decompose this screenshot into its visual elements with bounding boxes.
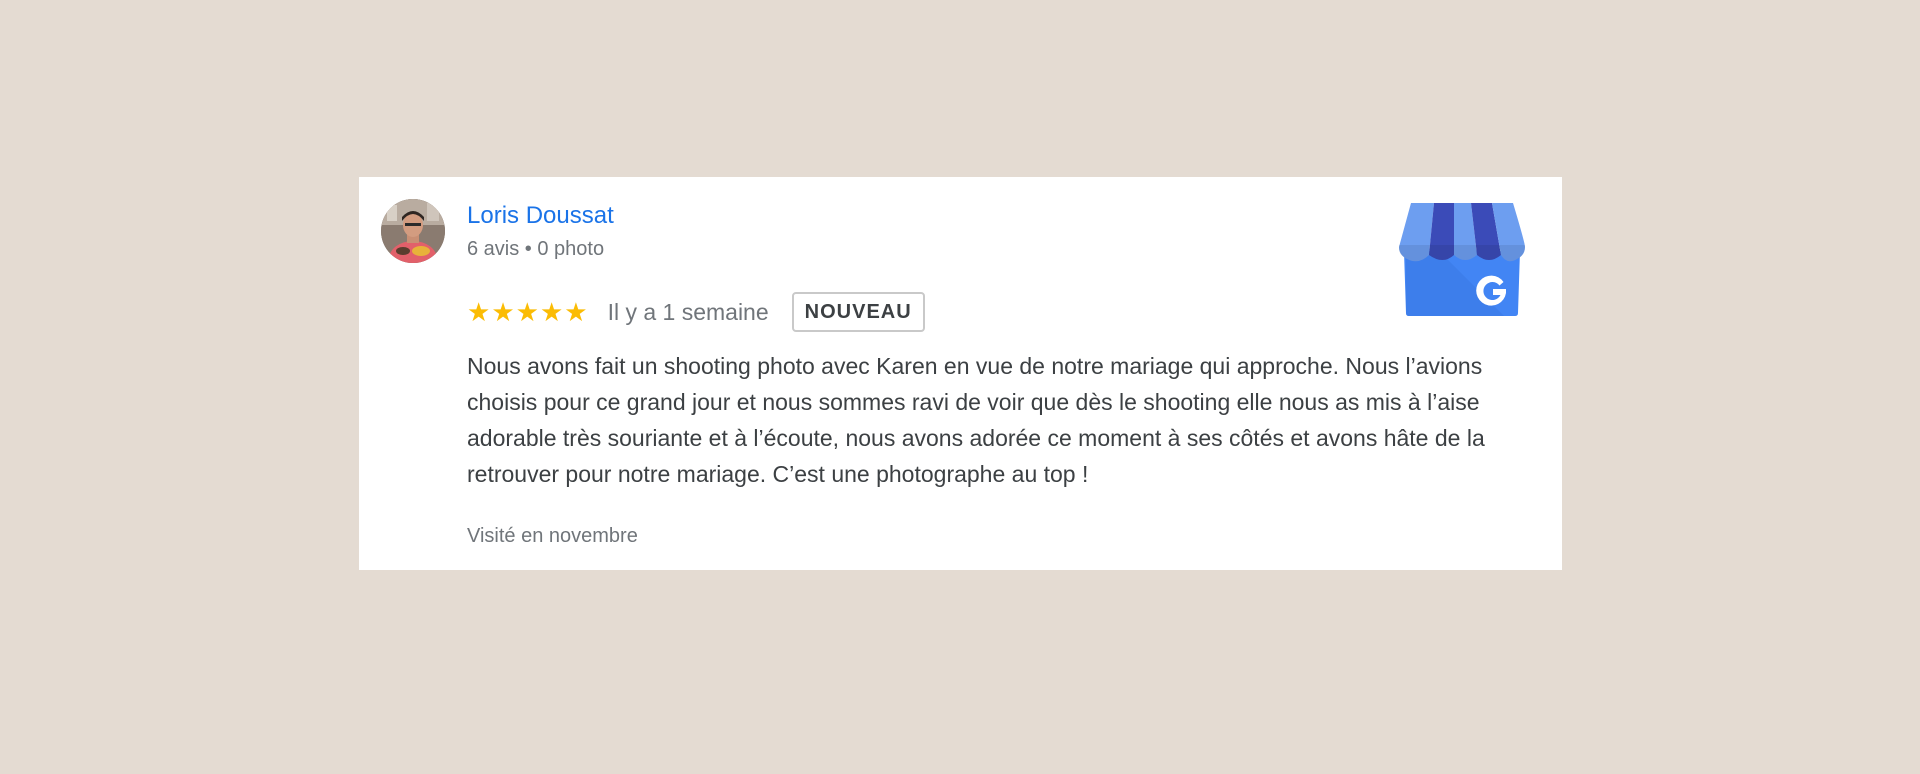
star-icon: ★ (491, 297, 515, 327)
review-text: Nous avons fait un shooting photo avec K… (467, 353, 1485, 487)
author-avatar[interactable] (381, 199, 445, 263)
new-badge: NOUVEAU (791, 292, 925, 332)
star-icon: ★ (467, 297, 491, 327)
author-name-link[interactable]: Loris Doussat (467, 202, 614, 230)
star-rating: ★ ★ ★ ★ ★ (467, 299, 588, 325)
star-icon: ★ (539, 297, 564, 327)
review-card: Loris Doussat 6 avis • 0 photo ★ ★ ★ ★ ★… (359, 177, 1562, 570)
rating-row: ★ ★ ★ ★ ★ Il y a 1 semaine NOUVEAU (467, 291, 925, 333)
avatar-photo-icon (381, 199, 445, 263)
review-date: Il y a 1 semaine (607, 298, 769, 325)
visited-date: Visité en novembre (467, 525, 638, 547)
author-review-count: 6 avis • 0 photo (467, 238, 605, 260)
star-icon: ★ (564, 297, 588, 327)
google-my-business-icon (1399, 203, 1525, 316)
star-icon: ★ (515, 297, 539, 327)
